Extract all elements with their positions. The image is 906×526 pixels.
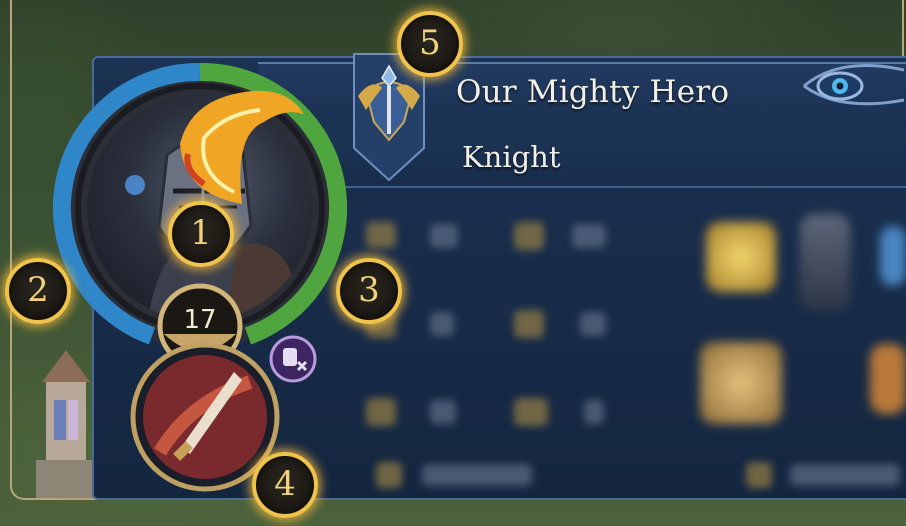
equipment-slot[interactable] [800, 214, 850, 310]
stat-value [430, 400, 456, 424]
stat-icon [366, 398, 396, 426]
stat-value [584, 400, 604, 424]
hero-ui-scene: Our Mighty Hero Knight 17 1 2 3 4 5 [0, 0, 906, 526]
hero-level: 17 [183, 305, 217, 335]
equipment-slot[interactable] [880, 226, 906, 286]
marker-3: 3 [336, 258, 402, 324]
stat-icon [376, 462, 402, 488]
hero-footer-stats [370, 456, 906, 496]
marker-label: 4 [274, 464, 296, 504]
stat-icon [366, 222, 396, 248]
marker-label: 3 [358, 270, 380, 310]
stat-icon [514, 222, 544, 250]
hero-class: Knight [462, 140, 561, 174]
marker-label: 5 [419, 23, 441, 63]
equipment-slot[interactable] [870, 344, 906, 414]
marker-label: 2 [27, 270, 49, 310]
marker-4: 4 [252, 452, 318, 518]
hero-stats-grid [360, 210, 650, 470]
stat-value [422, 464, 532, 486]
stat-icon [514, 398, 548, 426]
stat-value [572, 224, 606, 248]
helmet-plume [180, 90, 304, 204]
helmet-x-icon[interactable] [268, 334, 318, 384]
equipment-slot[interactable] [706, 222, 776, 292]
stat-value [790, 464, 900, 486]
marker-2: 2 [5, 258, 71, 324]
marker-5: 5 [397, 11, 463, 77]
stat-value [430, 224, 458, 248]
eye-ornament-icon [803, 64, 905, 106]
marker-label: 1 [190, 213, 212, 253]
stat-value [580, 312, 606, 336]
hero-name: Our Mighty Hero [456, 74, 730, 110]
stat-value [430, 312, 454, 336]
equipment-slot[interactable] [700, 342, 782, 424]
marker-1: 1 [168, 201, 234, 267]
stat-icon [514, 310, 544, 338]
stat-icon [746, 462, 772, 488]
